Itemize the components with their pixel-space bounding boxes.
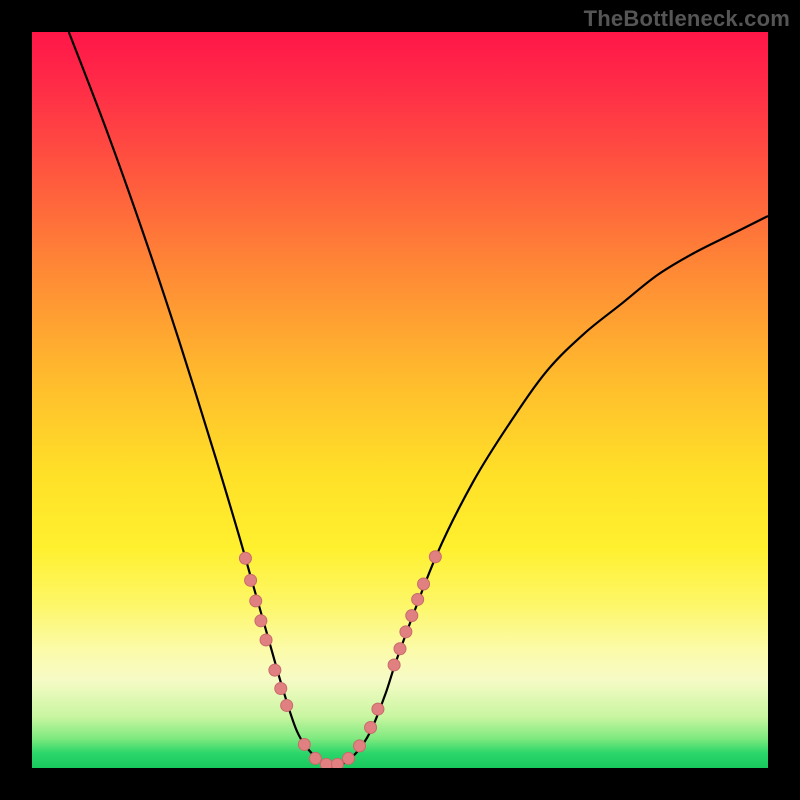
data-point bbox=[400, 626, 412, 638]
data-point bbox=[394, 643, 406, 655]
data-point bbox=[275, 683, 287, 695]
chart-container: TheBottleneck.com bbox=[0, 0, 800, 800]
data-point bbox=[365, 722, 377, 734]
marker-group bbox=[239, 551, 441, 768]
plot-area bbox=[32, 32, 768, 768]
data-point bbox=[309, 752, 321, 764]
data-point bbox=[429, 551, 441, 563]
data-point bbox=[388, 659, 400, 671]
data-point bbox=[412, 593, 424, 605]
data-point bbox=[418, 578, 430, 590]
data-point bbox=[354, 740, 366, 752]
data-point bbox=[298, 738, 310, 750]
data-point bbox=[255, 615, 267, 627]
curve-svg bbox=[32, 32, 768, 768]
data-point bbox=[239, 552, 251, 564]
data-point bbox=[245, 574, 257, 586]
data-point bbox=[320, 758, 332, 768]
data-point bbox=[250, 595, 262, 607]
data-point bbox=[406, 610, 418, 622]
data-point bbox=[281, 699, 293, 711]
data-point bbox=[342, 752, 354, 764]
data-point bbox=[260, 634, 272, 646]
bottleneck-curve bbox=[69, 32, 768, 766]
watermark-text: TheBottleneck.com bbox=[584, 6, 790, 32]
data-point bbox=[269, 664, 281, 676]
data-point bbox=[331, 758, 343, 768]
data-point bbox=[372, 703, 384, 715]
